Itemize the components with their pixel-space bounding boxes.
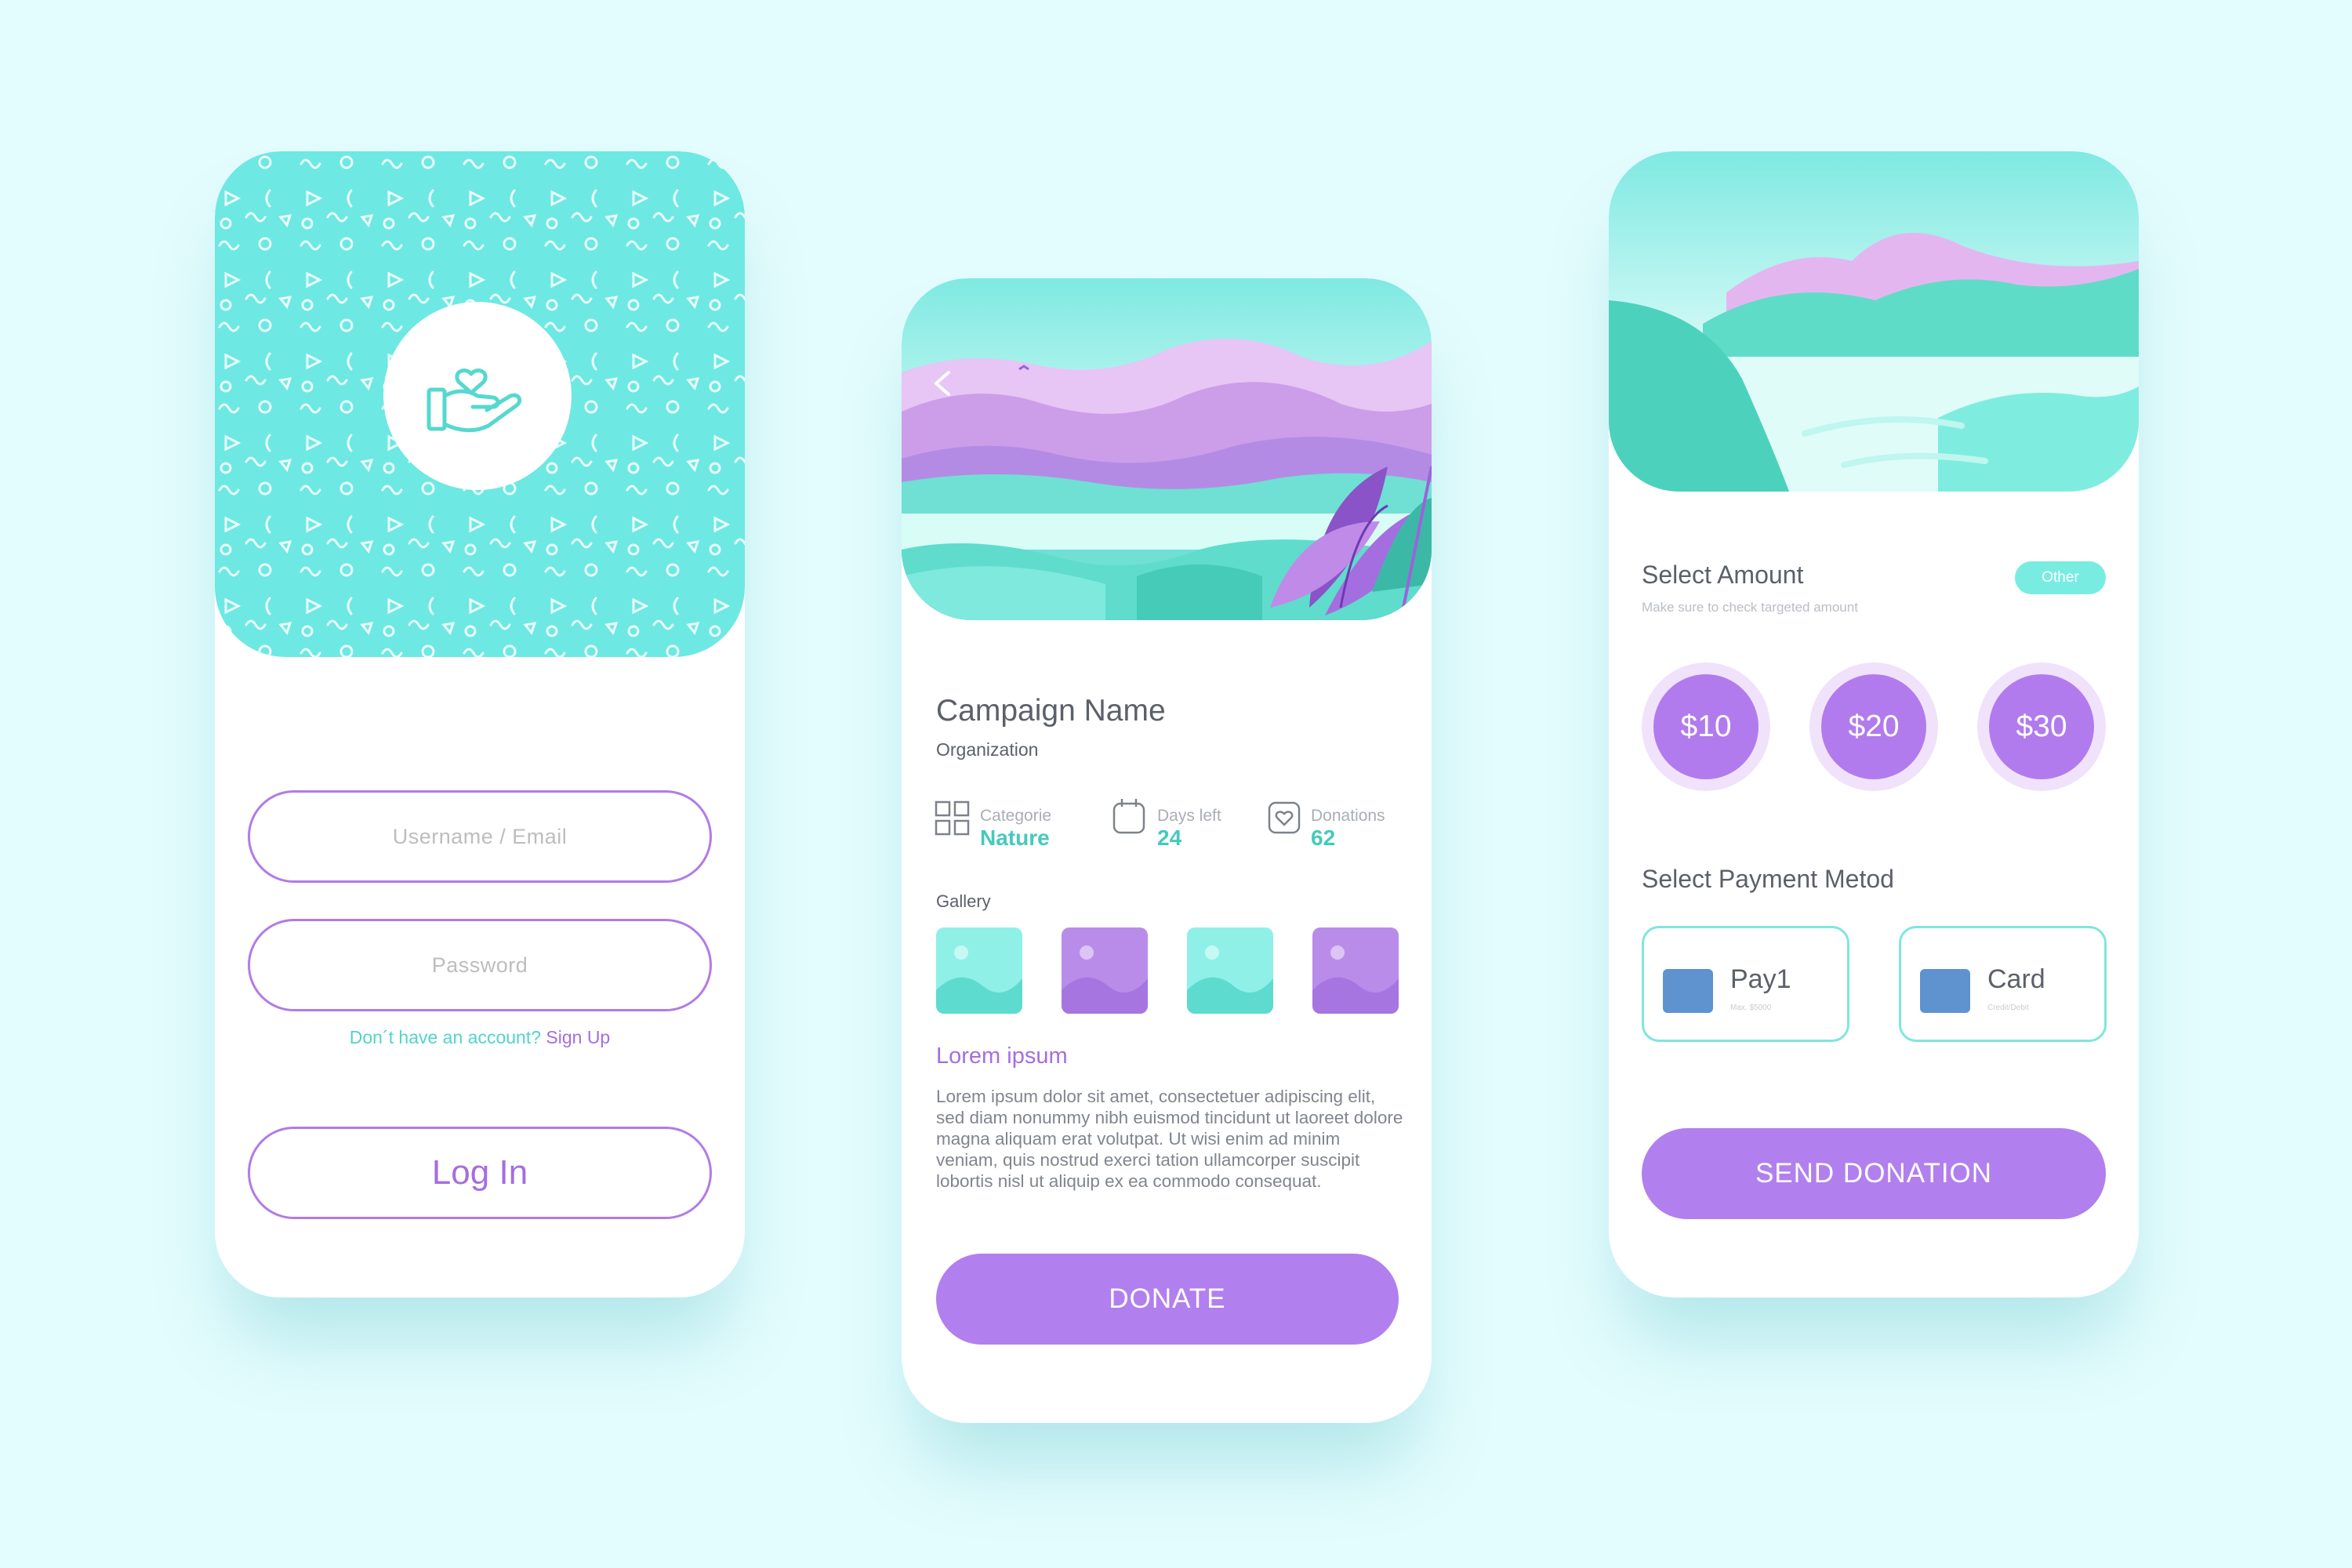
login-header-pattern [215, 151, 745, 657]
stat-category-value: Nature [980, 826, 1050, 850]
select-amount-title: Select Amount [1642, 561, 1804, 589]
amount-option-20[interactable]: $20 [1809, 662, 1938, 791]
payment-option-card[interactable]: Card Credit/Debit [1899, 926, 2107, 1042]
username-input[interactable]: Username / Email [248, 790, 712, 883]
organization-name: Organization [936, 739, 1039, 760]
payment-option-card-sub: Credit/Debit [1987, 1004, 2029, 1012]
payment-option-pay1-sub: Max. $5000 [1730, 1004, 1772, 1012]
password-placeholder: Password [431, 953, 528, 977]
campaign-name: Campaign Name [936, 694, 1166, 728]
stat-donations-value: 62 [1311, 826, 1336, 850]
donation-screen: Select Amount Make sure to check targete… [1609, 151, 2139, 1298]
gallery-image-4[interactable] [1312, 927, 1399, 1014]
stat-donations: Donations 62 [1267, 800, 1385, 850]
calendar-icon [1112, 799, 1145, 834]
payment-method-title: Select Payment Metod [1642, 865, 1894, 893]
gallery-image-1[interactable] [936, 927, 1022, 1014]
signup-link[interactable]: Sign Up [546, 1027, 610, 1047]
payment-option-pay1[interactable]: Pay1 Max. $5000 [1642, 926, 1849, 1042]
select-amount-hint: Make sure to check targeted amount [1642, 600, 1858, 615]
signup-prompt: Don´t have an account? Sign Up [215, 1027, 745, 1048]
stat-category: Categorie Nature [935, 800, 1051, 850]
grid-icon [935, 800, 970, 836]
password-input[interactable]: Password [248, 919, 712, 1011]
stat-days-left: Days left 24 [1112, 797, 1221, 850]
hand-heart-icon [426, 368, 522, 433]
login-button[interactable]: Log In [248, 1127, 712, 1219]
send-donation-button[interactable]: SEND DONATION [1642, 1128, 2106, 1219]
donation-hero-illustration [1609, 151, 2139, 492]
stat-days-left-value: 24 [1157, 826, 1182, 850]
payment-option-pay1-name: Pay1 [1730, 964, 1791, 994]
card-icon [1920, 969, 1970, 1013]
login-screen: Username / Email Password Don´t have an … [215, 151, 745, 1298]
donate-button[interactable]: DONATE [936, 1254, 1399, 1345]
other-amount-button[interactable]: Other [2015, 561, 2106, 594]
no-account-text: Don´t have an account? [349, 1027, 541, 1047]
gallery-image-3[interactable] [1187, 927, 1273, 1014]
wallet-icon [1663, 969, 1713, 1013]
stat-category-label: Categorie [980, 807, 1052, 825]
stat-donations-label: Donations [1311, 807, 1385, 825]
heart-icon [1268, 801, 1301, 834]
stat-days-left-label: Days left [1157, 807, 1221, 825]
username-placeholder: Username / Email [392, 824, 568, 848]
amount-option-30[interactable]: $30 [1977, 662, 2106, 791]
amount-label-10: $10 [1653, 674, 1759, 779]
gallery-label: Gallery [936, 891, 991, 911]
description-title: Lorem ipsum [936, 1044, 1068, 1069]
campaign-hero-illustration [902, 278, 1432, 620]
amount-label-20: $20 [1821, 674, 1926, 779]
payment-option-card-name: Card [1987, 964, 2045, 994]
amount-option-10[interactable]: $10 [1642, 662, 1770, 791]
amount-label-30: $30 [1989, 674, 2094, 779]
logo-circle [383, 302, 572, 490]
campaign-screen: Campaign Name Organization Categorie Nat… [902, 278, 1432, 1423]
description-body: Lorem ipsum dolor sit amet, consectetuer… [936, 1087, 1403, 1191]
gallery-image-2[interactable] [1062, 927, 1148, 1014]
